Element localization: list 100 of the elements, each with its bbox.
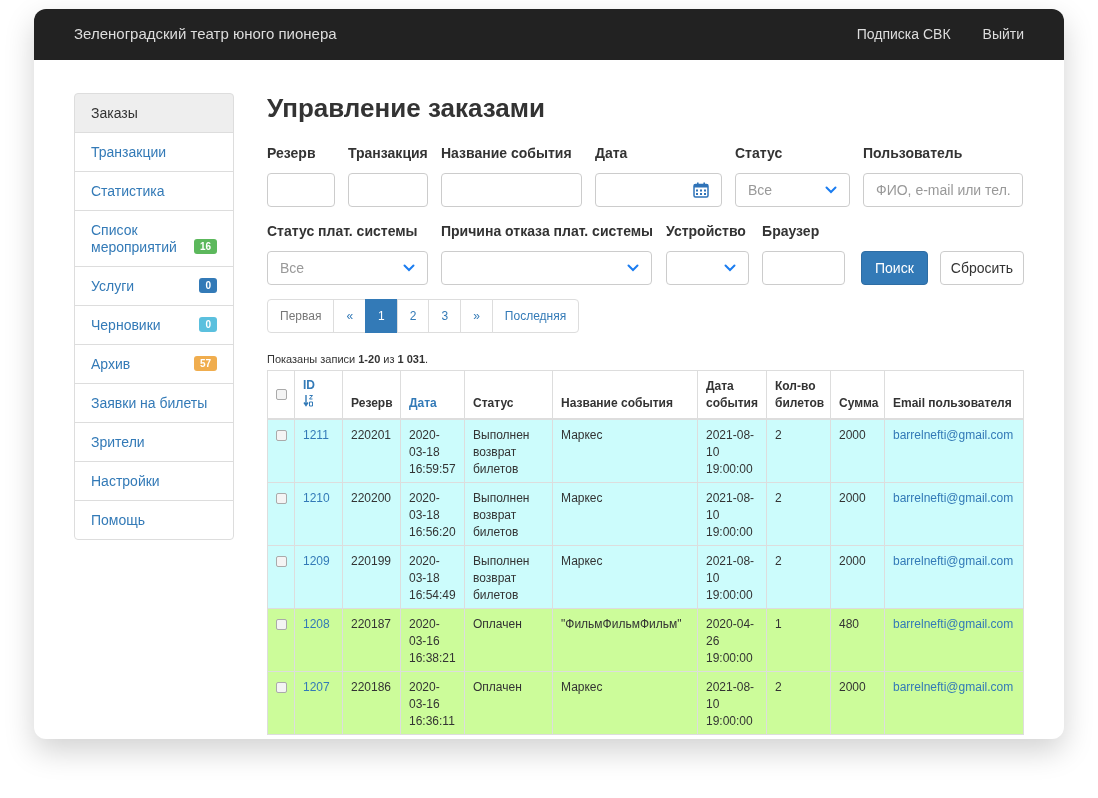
table-cell: 2020-03-16 16:36:11 — [409, 679, 455, 728]
order-id-link[interactable]: 1208 — [303, 616, 330, 631]
table-cell: 220199 — [351, 553, 392, 568]
count-badge: 16 — [193, 239, 217, 254]
sidebar-item[interactable]: Черновики 0 — [74, 305, 234, 345]
field-label: Статус — [735, 144, 784, 163]
select-dropdown[interactable] — [666, 251, 750, 285]
table-cell: 2000 — [839, 490, 866, 505]
page-link[interactable]: Последняя — [491, 299, 580, 333]
table-cell: 2020-03-18 16:54:49 — [409, 553, 456, 602]
table-cell: 220200 — [351, 490, 392, 505]
date-field[interactable] — [595, 173, 722, 207]
table-cell: Маркес — [561, 553, 603, 568]
page-link[interactable]: » — [460, 299, 493, 333]
table-cell: Выполнен возврат билетов — [473, 490, 530, 539]
sidebar-item[interactable]: Настройки — [74, 461, 234, 501]
sidebar-item[interactable]: Статистика — [74, 171, 234, 211]
sidebar-item[interactable]: Зрители — [74, 422, 234, 462]
table-cell: Оплачен — [473, 616, 522, 631]
column-header: Резерв — [342, 370, 401, 419]
column-header: Дата события — [697, 370, 767, 419]
table-cell: 2000 — [839, 679, 866, 694]
select-dropdown[interactable] — [441, 251, 652, 285]
table-cell: 2021-08-10 19:00:00 — [706, 553, 755, 602]
field-label: Устройство — [666, 222, 747, 241]
field-label: Причина отказа плат. системы — [441, 222, 654, 241]
brand-title[interactable]: Зеленоградский театр юного пионера — [74, 23, 337, 46]
column-header: Кол-во билетов — [766, 370, 831, 419]
table-cell: 2000 — [839, 553, 866, 568]
checkbox[interactable] — [276, 388, 287, 400]
table-cell: 480 — [839, 616, 860, 631]
chevron-down-icon — [627, 264, 639, 272]
checkbox[interactable] — [276, 429, 287, 441]
table-cell: 2020-03-18 16:56:20 — [409, 490, 456, 539]
table-cell: 2 — [775, 679, 782, 694]
sidebar-item-label: Список мероприятий — [91, 222, 178, 256]
checkbox[interactable] — [276, 618, 287, 630]
table-cell: 2021-08-10 19:00:00 — [706, 679, 755, 728]
order-id-link[interactable]: 1211 — [303, 427, 329, 442]
field-label: Дата — [595, 144, 629, 163]
page-title: Управление заказами — [267, 93, 546, 123]
chevron-down-icon — [403, 264, 415, 272]
page-link[interactable]: 3 — [428, 299, 462, 333]
sidebar-item[interactable]: Список мероприятий 16 — [74, 210, 234, 267]
table-cell: 220201 — [351, 427, 392, 442]
table-cell: Выполнен возврат билетов — [473, 427, 530, 476]
sidebar-item[interactable]: Транзакции — [74, 132, 234, 172]
table-cell: 2020-04-26 19:00:00 — [706, 616, 755, 665]
table-cell: 1 — [775, 616, 782, 631]
column-header: Email пользователя — [884, 370, 1024, 419]
text-field[interactable] — [267, 173, 335, 207]
column-header: Сумма — [830, 370, 885, 419]
sidebar-item[interactable]: Помощь — [74, 500, 234, 540]
page-link[interactable]: 1 — [365, 299, 398, 333]
order-id-link[interactable]: 1207 — [303, 679, 330, 694]
field-label: Браузер — [762, 222, 821, 241]
calendar-icon — [693, 182, 709, 198]
order-id-link[interactable]: 1210 — [303, 490, 330, 505]
text-field[interactable] — [348, 173, 428, 207]
text-field[interactable] — [762, 251, 846, 285]
sidebar-item[interactable]: Услуги 0 — [74, 266, 234, 306]
order-id-link[interactable]: 1209 — [303, 553, 330, 568]
field-label: Пользователь — [863, 144, 964, 163]
table-cell: 2020-03-16 16:38:21 — [409, 616, 456, 665]
chevron-down-icon — [724, 264, 737, 272]
column-header: Статус — [464, 370, 553, 419]
field-label: Название события — [441, 144, 573, 163]
table-cell: "ФильмФильмФильм" — [561, 616, 682, 631]
sidebar-item-label: Черновики — [91, 317, 161, 334]
table-cell: Оплачен — [473, 679, 522, 694]
select-dropdown[interactable]: Все — [267, 251, 428, 285]
sidebar-item-label: Архив — [91, 356, 131, 373]
table-cell: 2 — [775, 490, 782, 505]
checkbox[interactable] — [276, 492, 287, 504]
nav-link[interactable]: Подписка СВК — [856, 24, 951, 45]
chevron-down-icon — [825, 186, 837, 194]
select-dropdown[interactable]: Все — [735, 173, 850, 207]
page-link[interactable]: « — [333, 299, 367, 333]
nav-link[interactable]: Выйти — [982, 24, 1024, 45]
field-label: Транзакция — [348, 144, 428, 163]
sidebar-item-label: Услуги — [91, 278, 135, 295]
table-cell: 220186 — [351, 679, 392, 694]
checkbox[interactable] — [276, 681, 287, 693]
table-cell: Маркес — [561, 679, 603, 694]
sidebar-item[interactable]: Заявки на билеты — [74, 383, 234, 423]
field-label: Статус плат. системы — [267, 222, 419, 241]
text-field[interactable]: ФИО, e-mail или тел. — [863, 173, 1023, 207]
table-cell: 2020-03-18 16:59:57 — [409, 427, 456, 476]
checkbox[interactable] — [276, 555, 287, 567]
search-button[interactable]: Поиск — [860, 251, 928, 285]
sidebar-item[interactable]: Архив 57 — [74, 344, 234, 384]
table-cell: 2021-08-10 19:00:00 — [706, 427, 755, 476]
sidebar-item[interactable]: Заказы — [74, 93, 234, 133]
table-cell: 2000 — [839, 427, 866, 442]
table-cell: 2 — [775, 427, 782, 442]
text-field[interactable] — [441, 173, 582, 207]
reset-button[interactable]: Сбросить — [939, 251, 1024, 285]
count-badge: 0 — [199, 278, 217, 293]
field-label: Резерв — [267, 144, 317, 163]
table-cell: 220187 — [351, 616, 392, 631]
